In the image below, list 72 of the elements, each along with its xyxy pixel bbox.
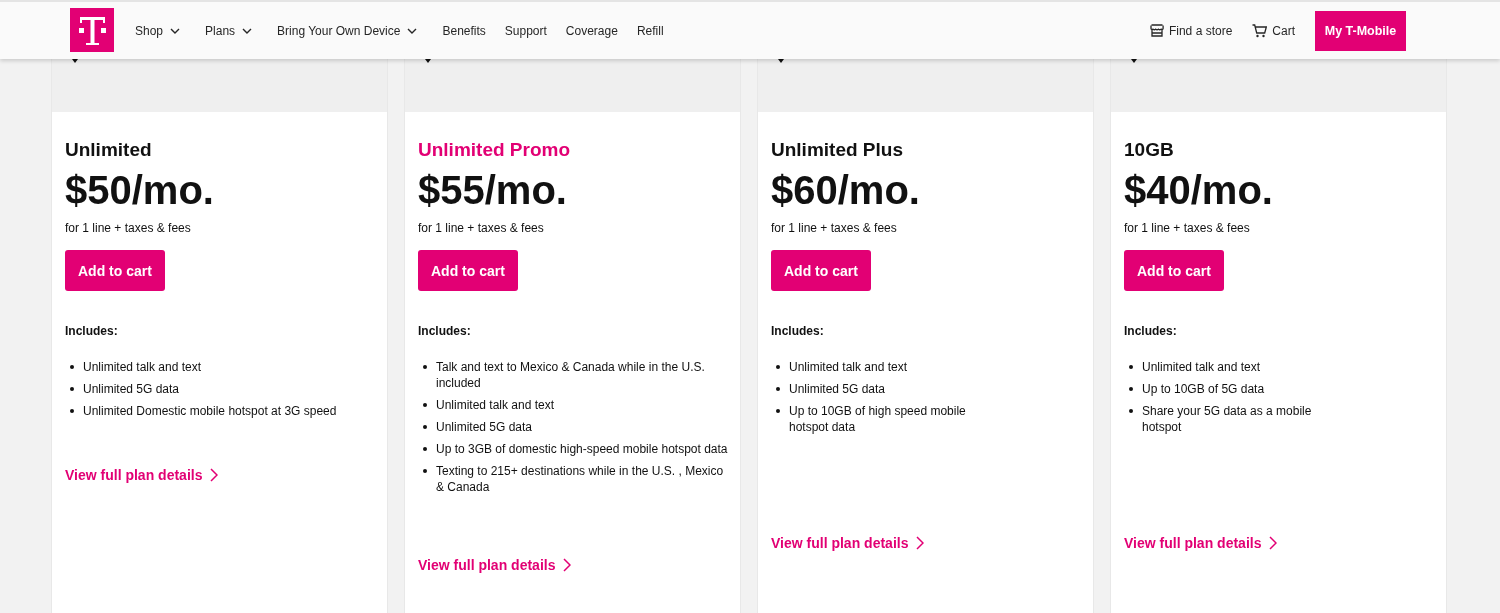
nav-link[interactable]: Coverage (565, 23, 618, 38)
nav-link[interactable]: Benefits (442, 23, 486, 38)
nav-link[interactable]: Support (504, 23, 547, 38)
cart-icon (1252, 23, 1268, 38)
add-to-cart-button[interactable]: Add to cart (65, 250, 165, 291)
account-button[interactable]: My T-Mobile (1315, 10, 1406, 51)
bullet-icon (423, 447, 427, 451)
price-note: for 1 line + taxes & fees (65, 220, 192, 236)
logo-icon[interactable] (70, 7, 114, 52)
includes-label: Includes: (418, 323, 472, 339)
feature-text: Unlimited talk and text (1142, 359, 1261, 375)
chevron-right-icon (916, 536, 925, 550)
feature-text: Talk and text to Mexico & Canada while in the U.S. included (436, 359, 706, 391)
plan-details-link[interactable]: View full plan details (771, 534, 925, 552)
plan-details-link[interactable]: View full plan details (418, 556, 572, 574)
chevron-right-icon (563, 558, 572, 572)
price-note: for 1 line + taxes & fees (418, 220, 545, 236)
nav-link[interactable]: Plans (205, 23, 253, 38)
includes-label: Includes: (65, 323, 119, 339)
plan-price: $60/mo. (771, 167, 921, 214)
bullet-icon (423, 425, 427, 429)
feature-text: Unlimited talk and text (83, 359, 202, 375)
feature-text: Share your 5G data as a mobile hotspot (1142, 403, 1313, 435)
includes-label: Includes: (1124, 323, 1178, 339)
find-store-link[interactable]: Find a store (1149, 23, 1233, 38)
bullet-icon (70, 409, 74, 413)
chevron-down-icon (170, 27, 181, 34)
add-to-cart-button[interactable]: Add to cart (418, 250, 518, 291)
plan-price: $40/mo. (1124, 167, 1274, 214)
plan-details-link[interactable]: View full plan details (1124, 534, 1278, 552)
feature-text: Up to 10GB of high speed mobile hotspot data (789, 403, 967, 435)
bullet-icon (423, 469, 427, 473)
bullet-icon (1129, 387, 1133, 391)
chevron-right-icon (1269, 536, 1278, 550)
add-to-cart-button[interactable]: Add to cart (771, 250, 871, 291)
feature-text: Up to 3GB of domestic high-speed mobile hotspot data (436, 441, 728, 457)
bullet-icon (423, 365, 427, 369)
bullet-icon (1129, 409, 1133, 413)
plan-name: 10GB (1124, 138, 1175, 162)
plan-details-link[interactable]: View full plan details (65, 466, 219, 484)
nav-link[interactable]: Shop (135, 23, 181, 38)
bullet-icon (70, 365, 74, 369)
nav-link[interactable]: Bring Your Own Device (277, 23, 418, 38)
feature-text: Unlimited 5G data (436, 419, 533, 435)
feature-text: Unlimited 5G data (789, 381, 886, 397)
feature-text: Unlimited talk and text (436, 397, 555, 413)
bullet-icon (423, 403, 427, 407)
nav-link[interactable]: Refill (636, 23, 664, 38)
bullet-icon (70, 387, 74, 391)
feature-text: Up to 10GB of 5G data (1142, 381, 1265, 397)
plan-name: Unlimited Plus (771, 138, 904, 162)
includes-label: Includes: (771, 323, 825, 339)
feature-text: Unlimited Domestic mobile hotspot at 3G speed (83, 403, 337, 419)
plan-price: $50/mo. (65, 167, 215, 214)
add-to-cart-button[interactable]: Add to cart (1124, 250, 1224, 291)
chevron-right-icon (210, 468, 219, 482)
plan-price: $55/mo. (418, 167, 568, 214)
price-note: for 1 line + taxes & fees (771, 220, 898, 236)
feature-text: Unlimited 5G data (83, 381, 180, 397)
store-icon (1149, 24, 1164, 37)
plan-name: Unlimited Promo (418, 138, 571, 162)
bullet-icon (1129, 365, 1133, 369)
cart-link[interactable]: Cart (1252, 23, 1295, 38)
price-note: for 1 line + taxes & fees (1124, 220, 1251, 236)
feature-text: Texting to 215+ destinations while in the U.S. , Mexico & Canada (436, 463, 725, 495)
feature-text: Unlimited talk and text (789, 359, 908, 375)
chevron-down-icon (242, 27, 253, 34)
bullet-icon (776, 387, 780, 391)
chevron-down-icon (407, 27, 418, 34)
plan-name: Unlimited (65, 138, 153, 162)
bullet-icon (776, 365, 780, 369)
bullet-icon (776, 409, 780, 413)
